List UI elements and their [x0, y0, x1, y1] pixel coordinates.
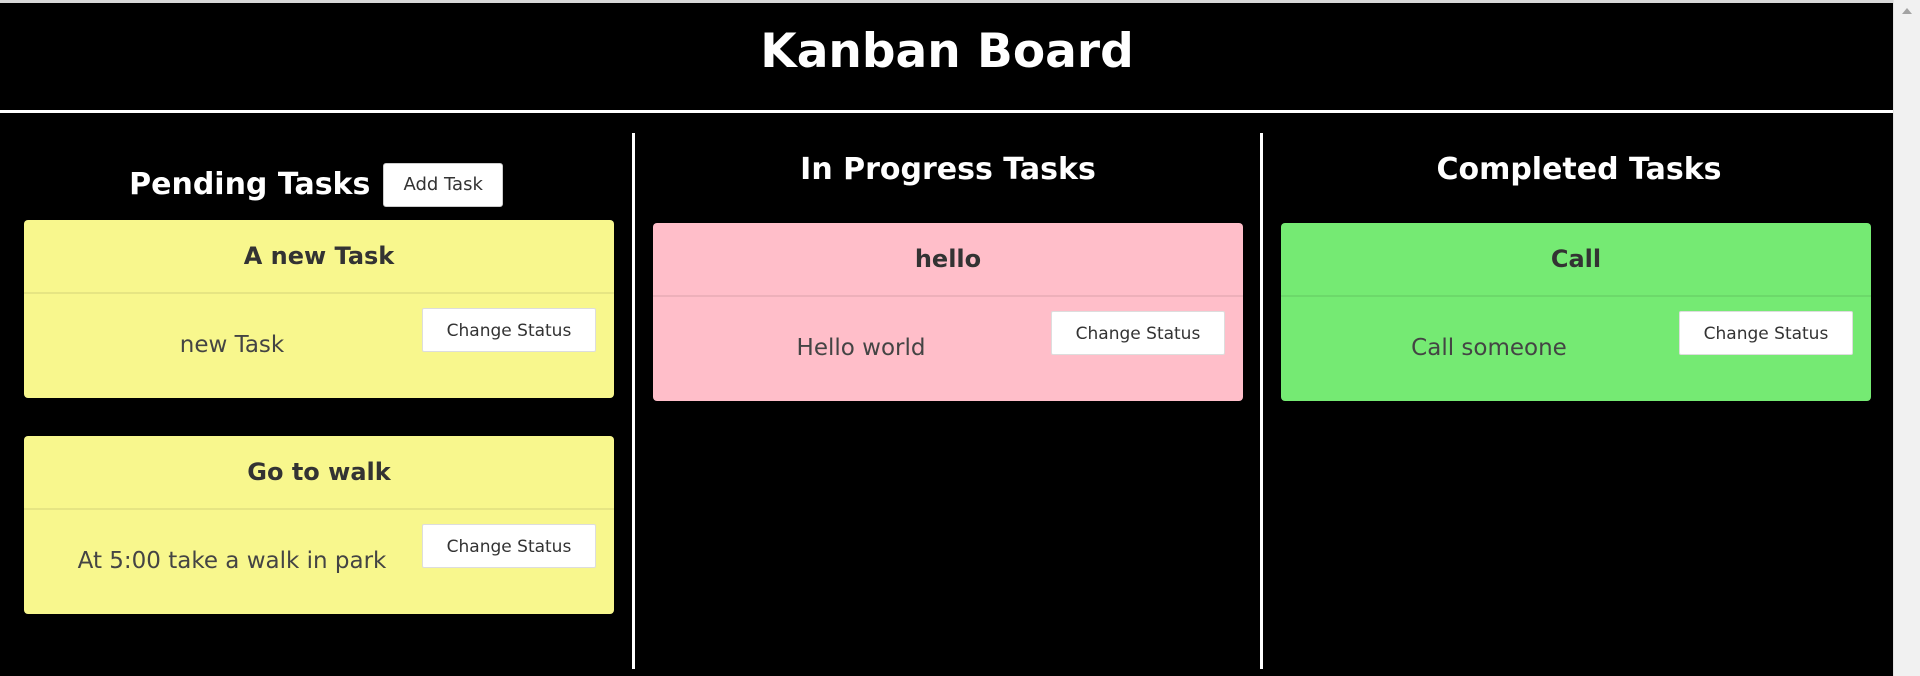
vertical-scrollbar[interactable]: [1893, 0, 1920, 676]
pending-column: Pending Tasks Add Task A new Task new Ta…: [0, 133, 632, 676]
column-divider: [1260, 133, 1263, 669]
task-card: A new Task new Task Change Status: [24, 220, 614, 398]
task-card-title: Call: [1281, 223, 1871, 297]
change-status-button[interactable]: Change Status: [1679, 311, 1853, 355]
add-task-button[interactable]: Add Task: [383, 163, 503, 207]
task-card-body: new Task Change Status: [24, 294, 614, 398]
task-card-description: Hello world: [796, 335, 926, 361]
task-card-body: At 5:00 take a walk in park Change Statu…: [24, 510, 614, 614]
task-card-title: hello: [653, 223, 1243, 297]
completed-column-title: Completed Tasks: [1436, 152, 1722, 187]
pending-column-title: Pending Tasks: [129, 167, 371, 202]
task-card: Go to walk At 5:00 take a walk in park C…: [24, 436, 614, 614]
kanban-page: Kanban Board Pending Tasks Add Task A ne…: [0, 0, 1920, 676]
task-card-description: At 5:00 take a walk in park: [77, 548, 387, 574]
task-card-title: Go to walk: [24, 436, 614, 510]
change-status-button[interactable]: Change Status: [422, 308, 596, 352]
board-title: Kanban Board: [760, 24, 1134, 79]
in-progress-column-title: In Progress Tasks: [800, 152, 1096, 187]
task-card: hello Hello world Change Status: [653, 223, 1243, 401]
task-card-body: Hello world Change Status: [653, 297, 1243, 401]
task-card-body: Call someone Change Status: [1281, 297, 1871, 401]
pending-column-header: Pending Tasks Add Task: [0, 163, 632, 207]
board-header: Kanban Board: [0, 3, 1894, 113]
task-card-description: Call someone: [1411, 335, 1567, 361]
in-progress-column: In Progress Tasks hello Hello world Chan…: [636, 133, 1260, 676]
column-divider: [632, 133, 635, 669]
completed-column: Completed Tasks Call Call someone Change…: [1264, 133, 1894, 676]
scroll-up-arrow-icon[interactable]: [1902, 8, 1912, 14]
change-status-button[interactable]: Change Status: [1051, 311, 1225, 355]
task-card-title: A new Task: [24, 220, 614, 294]
task-card: Call Call someone Change Status: [1281, 223, 1871, 401]
task-card-description: new Task: [179, 332, 285, 358]
change-status-button[interactable]: Change Status: [422, 524, 596, 568]
